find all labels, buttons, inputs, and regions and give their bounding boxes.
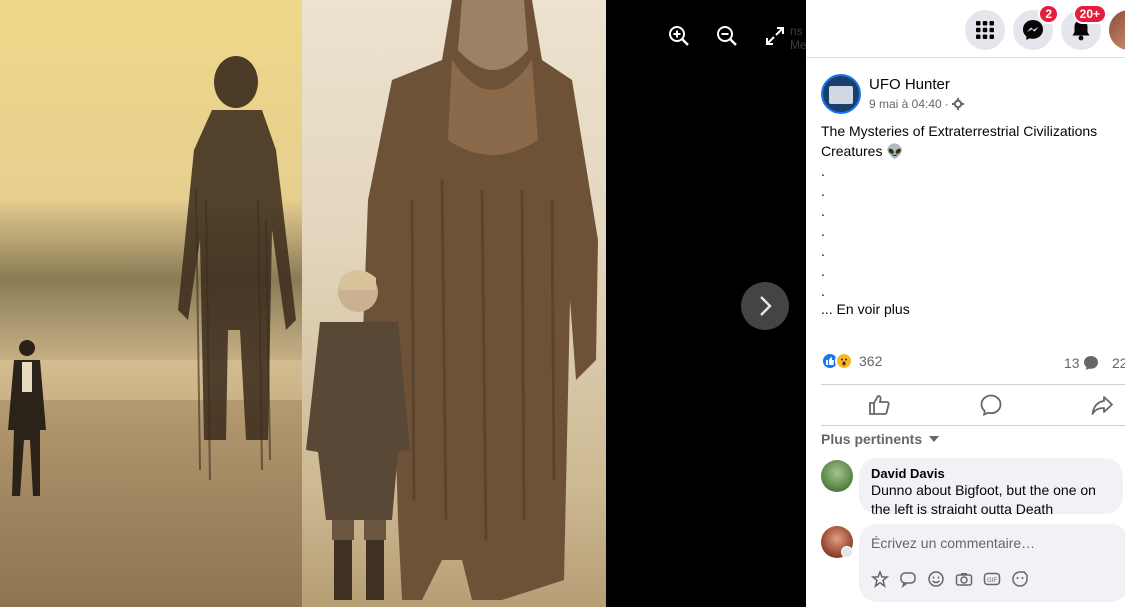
fullscreen-icon[interactable] bbox=[758, 19, 792, 53]
zoom-in-icon[interactable] bbox=[662, 19, 696, 53]
gif-icon[interactable]: GIF bbox=[983, 570, 1001, 588]
text-dot: . bbox=[821, 163, 825, 179]
next-photo-button[interactable] bbox=[741, 282, 789, 330]
reactions-summary[interactable]: 362 bbox=[821, 352, 882, 370]
comment-bubble-icon bbox=[1083, 356, 1098, 370]
account-avatar[interactable] bbox=[1109, 10, 1125, 50]
messenger-icon bbox=[1023, 20, 1043, 40]
reaction-count: 362 bbox=[859, 353, 883, 369]
gear-icon bbox=[951, 98, 964, 110]
comment-input[interactable]: Écrivez un commentaire… GIF bbox=[859, 524, 1125, 602]
chat-icon[interactable] bbox=[899, 570, 917, 588]
messenger-button[interactable]: 2 bbox=[1013, 4, 1059, 50]
chevron-right-icon bbox=[760, 296, 772, 316]
comment-placeholder: Écrivez un commentaire… bbox=[871, 535, 1036, 551]
commenter-avatar[interactable] bbox=[821, 460, 853, 492]
comment-sort[interactable]: Plus pertinents bbox=[821, 431, 940, 447]
top-bar: 2 20+ bbox=[806, 0, 1125, 58]
post-text: The Mysteries of Extraterrestrial Civili… bbox=[821, 121, 1121, 301]
menu-button[interactable] bbox=[965, 10, 1005, 50]
composer-tools: GIF bbox=[871, 570, 1029, 588]
post-meta: 9 mai à 04:40 · bbox=[869, 97, 964, 111]
post-timestamp[interactable]: 9 mai à 04:40 bbox=[869, 97, 942, 111]
sticker-icon[interactable] bbox=[871, 570, 889, 588]
post-text-line: The Mysteries of Extraterrestrial Civili… bbox=[821, 123, 1098, 159]
share-icon bbox=[1091, 396, 1113, 415]
like-button[interactable] bbox=[867, 393, 891, 417]
text-dot: . bbox=[821, 203, 825, 219]
wow-reaction-icon bbox=[835, 352, 853, 370]
text-dot: . bbox=[821, 243, 825, 259]
text-dot: . bbox=[821, 223, 825, 239]
bigfoot-illustration bbox=[306, 0, 598, 600]
comment-button[interactable] bbox=[979, 393, 1003, 417]
post-actions bbox=[821, 384, 1125, 426]
see-more-link[interactable]: ... En voir plus bbox=[821, 301, 910, 317]
zoom-out-icon[interactable] bbox=[710, 19, 744, 53]
comment-icon bbox=[980, 394, 1002, 416]
post-side-panel: 2 20+ UFO Hunter 9 mai à 04:40 · The Mys… bbox=[806, 0, 1125, 607]
comment-text: Dunno about Bigfoot, but the one on the … bbox=[871, 482, 1096, 514]
emoji-icon[interactable] bbox=[927, 570, 945, 588]
share-button[interactable] bbox=[1090, 393, 1114, 417]
grid-menu-icon bbox=[976, 21, 994, 39]
share-count[interactable]: 22 bbox=[1112, 355, 1125, 371]
photo-left-panel bbox=[0, 0, 302, 607]
notifications-button[interactable]: 20+ bbox=[1061, 4, 1107, 50]
messenger-badge: 2 bbox=[1038, 4, 1059, 24]
text-dot: . bbox=[821, 283, 825, 299]
photo-right-panel bbox=[302, 0, 606, 607]
thumbs-up-icon bbox=[869, 395, 890, 415]
comment-author[interactable]: David Davis bbox=[871, 466, 1111, 481]
notifications-badge: 20+ bbox=[1072, 4, 1107, 24]
creature-illustration bbox=[8, 56, 296, 496]
media-viewer: ns de Messenger bbox=[0, 0, 806, 607]
page-avatar[interactable] bbox=[821, 74, 861, 114]
comment-count[interactable]: 13 bbox=[1064, 355, 1099, 371]
alien-emoji-icon: 👽 bbox=[886, 143, 904, 159]
face-sticker-icon[interactable] bbox=[1011, 570, 1029, 588]
camera-icon[interactable] bbox=[955, 570, 973, 588]
ghost-search-text: ns de Messenger bbox=[790, 24, 806, 52]
svg-text:GIF: GIF bbox=[987, 578, 997, 584]
page-name[interactable]: UFO Hunter bbox=[869, 76, 950, 93]
chevron-down-icon[interactable] bbox=[841, 546, 853, 558]
post-photo bbox=[0, 0, 606, 607]
comment-bubble: David Davis Dunno about Bigfoot, but the… bbox=[859, 458, 1123, 514]
text-dot: . bbox=[821, 263, 825, 279]
caret-down-icon bbox=[929, 436, 940, 442]
sort-label: Plus pertinents bbox=[821, 431, 923, 447]
text-dot: . bbox=[821, 183, 825, 199]
